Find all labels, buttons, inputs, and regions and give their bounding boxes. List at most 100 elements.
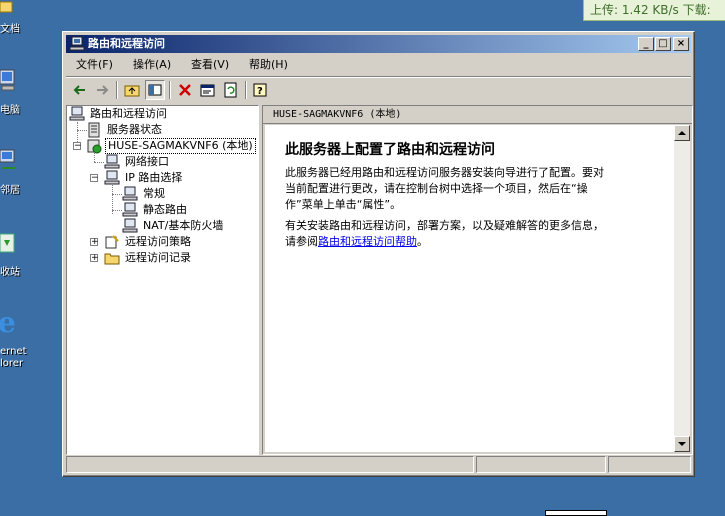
console-tree-icon xyxy=(148,84,162,96)
help-button[interactable]: ? xyxy=(251,80,271,100)
desktop-icon-recycle-bin[interactable]: 收站 xyxy=(0,230,30,280)
tree-item-label: 静态路由 xyxy=(143,203,187,216)
internet-explorer-icon: e xyxy=(0,306,18,339)
up-level-button[interactable] xyxy=(122,80,142,100)
up-folder-icon xyxy=(124,85,140,97)
vertical-scrollbar[interactable] xyxy=(674,125,690,452)
maximize-button[interactable]: □ xyxy=(655,37,671,51)
details-paragraph-1: 此服务器已经用路由和远程访问服务器安装向导进行了配置。要对 当前配置进行更改，请… xyxy=(285,165,670,213)
tree-connector xyxy=(112,194,122,195)
tree-connector xyxy=(94,162,104,163)
details-content: 此服务器上配置了路由和远程访问 此服务器已经用路由和远程访问服务器安装向导进行了… xyxy=(265,125,674,452)
forward-button[interactable] xyxy=(92,80,112,100)
collapse-toggle[interactable]: − xyxy=(73,142,82,151)
status-panel xyxy=(476,456,606,473)
desktop-icon-label: 电脑 xyxy=(0,105,20,116)
delete-button[interactable] xyxy=(175,80,195,100)
tree-item-label: IP 路由选择 xyxy=(125,171,183,184)
desktop-icon-label: lorer xyxy=(0,358,24,369)
status-panel xyxy=(608,456,691,473)
status-bar xyxy=(66,456,691,473)
nat-firewall-icon xyxy=(122,218,138,234)
help-icon: ? xyxy=(253,83,267,97)
desktop-icon-label: 文档 xyxy=(0,24,20,35)
static-routes-icon xyxy=(122,202,138,218)
toolbar-separator xyxy=(116,81,118,99)
expand-toggle[interactable]: + xyxy=(90,254,99,263)
toolbar-separator xyxy=(245,81,247,99)
delete-x-icon xyxy=(179,84,191,96)
rras-app-icon xyxy=(69,36,85,52)
paragraph-line: 有关安装路由和远程访问，部署方案，以及疑难解答的更多信息， xyxy=(285,219,604,232)
menu-help[interactable]: 帮助(H) xyxy=(245,57,292,73)
paragraph-text: 。 xyxy=(417,235,428,248)
paragraph-line: 请参阅路由和远程访问帮助。 xyxy=(285,234,670,250)
status-panel xyxy=(66,456,474,473)
scroll-down-button[interactable] xyxy=(674,436,690,452)
up-arrow-icon xyxy=(678,131,686,135)
tree-item-label: 路由和远程访问 xyxy=(90,107,167,120)
desktop-icon-label: ernet xyxy=(0,346,27,357)
paragraph-line: 作”菜单上单击“属性”。 xyxy=(285,198,402,211)
show-hide-tree-button[interactable] xyxy=(145,80,165,100)
scroll-up-button[interactable] xyxy=(674,125,690,141)
menu-file[interactable]: 文件(F) xyxy=(72,57,117,73)
paragraph-text: 请参阅 xyxy=(285,235,318,248)
taskbar-fragment xyxy=(545,510,607,516)
tree-connector xyxy=(112,210,122,211)
menu-bar: 文件(F) 操作(A) 查看(V) 帮助(H) xyxy=(66,55,691,75)
details-pane: HUSE-SAGMAKVNF6 (本地) 此服务器上配置了路由和远程访问 此服务… xyxy=(262,105,693,455)
details-paragraph-2: 有关安装路由和远程访问，部署方案，以及疑难解答的更多信息， 请参阅路由和远程访问… xyxy=(285,218,670,250)
computer-icon xyxy=(0,68,18,91)
console-tree[interactable]: 路由和远程访问 服务器状态 − HUSE-SAGMAKVNF6 (本地) 网络接… xyxy=(66,105,259,455)
rras-help-link[interactable]: 路由和远程访问帮助 xyxy=(318,235,417,248)
desktop-icon-my-computer[interactable]: 电脑 xyxy=(0,68,30,118)
rras-window: 路由和远程访问 _ □ × 文件(F) 操作(A) 查看(V) 帮助(H) ? … xyxy=(62,31,695,477)
recycle-bin-icon xyxy=(0,230,18,253)
close-button[interactable]: × xyxy=(673,37,689,51)
menu-view[interactable]: 查看(V) xyxy=(187,57,233,73)
refresh-button[interactable] xyxy=(221,80,241,100)
collapse-toggle[interactable]: − xyxy=(90,174,99,183)
svg-text:?: ? xyxy=(257,86,263,97)
tree-item-label: 网络接口 xyxy=(125,155,169,168)
toolbar-separator xyxy=(169,81,171,99)
title-bar[interactable]: 路由和远程访问 _ □ × xyxy=(66,35,691,53)
toolbar: ? xyxy=(66,78,691,102)
back-button[interactable] xyxy=(70,80,90,100)
paragraph-line: 当前配置进行更改，请在控制台树中选择一个项目，然后在“操 xyxy=(285,182,588,195)
desktop-icon-network[interactable]: 邻居 xyxy=(0,148,30,198)
forward-arrow-icon xyxy=(97,85,109,95)
properties-button[interactable] xyxy=(198,80,218,100)
desktop-icon-internet-explorer[interactable]: e ernet lorer xyxy=(0,306,30,372)
server-running-icon xyxy=(86,138,102,154)
ip-routing-icon xyxy=(104,170,120,186)
paragraph-line: 此服务器已经用路由和远程访问服务器安装向导进行了配置。要对 xyxy=(285,166,604,179)
desktop-icon-label: 邻居 xyxy=(0,185,20,196)
refresh-icon xyxy=(224,82,237,98)
tree-item-label: 服务器状态 xyxy=(107,123,162,136)
general-icon xyxy=(122,186,138,202)
desktop-icon-documents[interactable]: 文档 xyxy=(0,0,30,35)
tree-item-label: 远程访问策略 xyxy=(125,235,191,248)
rras-icon xyxy=(69,106,85,122)
tree-item-label: 远程访问记录 xyxy=(125,251,191,264)
properties-icon xyxy=(200,84,215,97)
window-title: 路由和远程访问 xyxy=(88,37,165,50)
back-arrow-icon xyxy=(73,85,85,95)
minimize-button[interactable]: _ xyxy=(638,37,654,51)
policy-icon xyxy=(104,234,120,250)
menu-action[interactable]: 操作(A) xyxy=(129,57,175,73)
tree-item-label: NAT/基本防火墙 xyxy=(143,219,224,232)
server-status-icon xyxy=(86,122,102,138)
expand-toggle[interactable]: + xyxy=(90,238,99,247)
down-arrow-icon xyxy=(678,442,686,446)
desktop-icon-label: 收站 xyxy=(0,267,20,278)
tree-item-label: HUSE-SAGMAKVNF6 (本地) xyxy=(105,138,256,154)
folder-icon xyxy=(0,0,18,22)
network-interface-icon xyxy=(104,154,120,170)
network-icon xyxy=(0,148,18,170)
tree-item-label: 常规 xyxy=(143,187,165,200)
folder-icon xyxy=(104,250,120,266)
svg-text:e: e xyxy=(0,308,16,338)
